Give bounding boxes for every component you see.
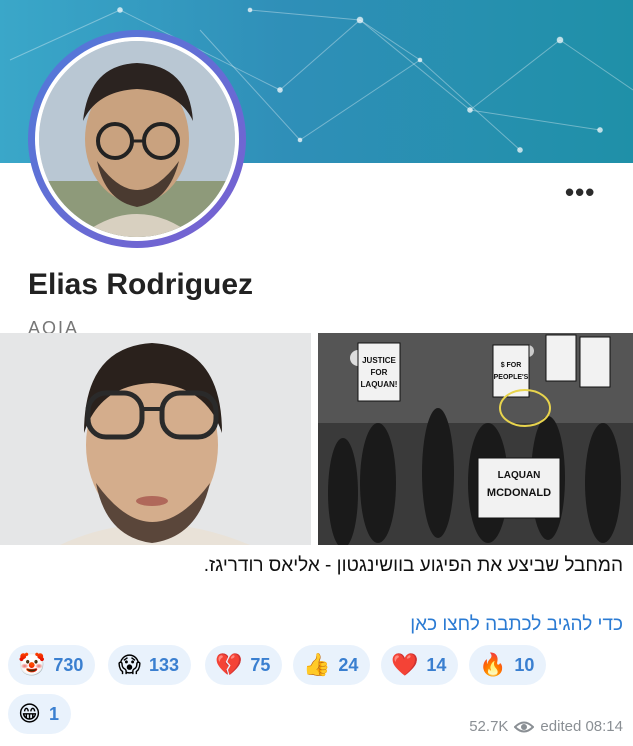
- svg-text:LAQUAN!: LAQUAN!: [361, 380, 398, 389]
- avatar-photo: [39, 41, 235, 237]
- clown-icon: 🤡: [18, 652, 46, 677]
- profile-name: Elias Rodriguez: [28, 268, 254, 301]
- profile-subtitle: AOIA: [28, 318, 80, 333]
- avatar[interactable]: [28, 30, 246, 248]
- svg-text:JUSTICE: JUSTICE: [362, 356, 396, 365]
- suspect-photo[interactable]: [0, 333, 311, 545]
- comment-link[interactable]: כדי להגיב לכתבה לחצו כאן: [23, 614, 623, 636]
- protest-photo[interactable]: JUSTICE FOR LAQUAN! $ FOR PEOPLE'S LAQUA…: [318, 333, 633, 545]
- thumbs-up-icon: 👍: [303, 652, 331, 677]
- svg-text:MCDONALD: MCDONALD: [487, 487, 551, 499]
- broken-heart-icon: 💔: [215, 652, 243, 677]
- reaction-count: 24: [338, 654, 359, 675]
- reaction-heart[interactable]: ❤️ 14: [381, 645, 459, 685]
- reaction-clown[interactable]: 🤡 730: [8, 645, 96, 685]
- post-caption: המחבל שביצע את הפיגוע בוושינגטון - אליאס…: [203, 555, 623, 576]
- svg-text:PEOPLE'S: PEOPLE'S: [494, 374, 529, 381]
- more-options-button[interactable]: •••: [565, 179, 595, 205]
- heart-icon: ❤️: [391, 652, 419, 677]
- grin-icon: 😁: [18, 701, 41, 726]
- post-meta: 52.7K edited 08:14: [469, 718, 623, 735]
- reaction-broken-heart[interactable]: 💔 75: [205, 645, 283, 685]
- svg-text:$ FOR: $ FOR: [501, 362, 522, 369]
- reaction-count: 1: [48, 703, 59, 724]
- svg-text:FOR: FOR: [371, 368, 388, 377]
- reaction-fire[interactable]: 🔥 10: [469, 645, 547, 685]
- reaction-grin[interactable]: 😁 1: [8, 694, 71, 734]
- reaction-count: 75: [250, 654, 271, 675]
- person-portrait: [0, 333, 311, 545]
- scream-icon: 😱: [118, 652, 141, 677]
- reaction-count: 14: [426, 654, 447, 675]
- edited-time: edited 08:14: [540, 718, 623, 735]
- svg-text:LAQUAN: LAQUAN: [498, 470, 541, 481]
- reaction-count: 730: [53, 654, 84, 675]
- view-count: 52.7K: [469, 718, 509, 735]
- eye-icon: [514, 721, 535, 732]
- person-portrait: [39, 41, 235, 237]
- reaction-count: 133: [148, 654, 179, 675]
- fire-icon: 🔥: [479, 652, 507, 677]
- protest-scene: JUSTICE FOR LAQUAN! $ FOR PEOPLE'S LAQUA…: [318, 333, 633, 545]
- reaction-scream[interactable]: 😱 133: [108, 645, 191, 685]
- reaction-thumbs-up[interactable]: 👍 24: [293, 645, 371, 685]
- reaction-count: 10: [514, 654, 535, 675]
